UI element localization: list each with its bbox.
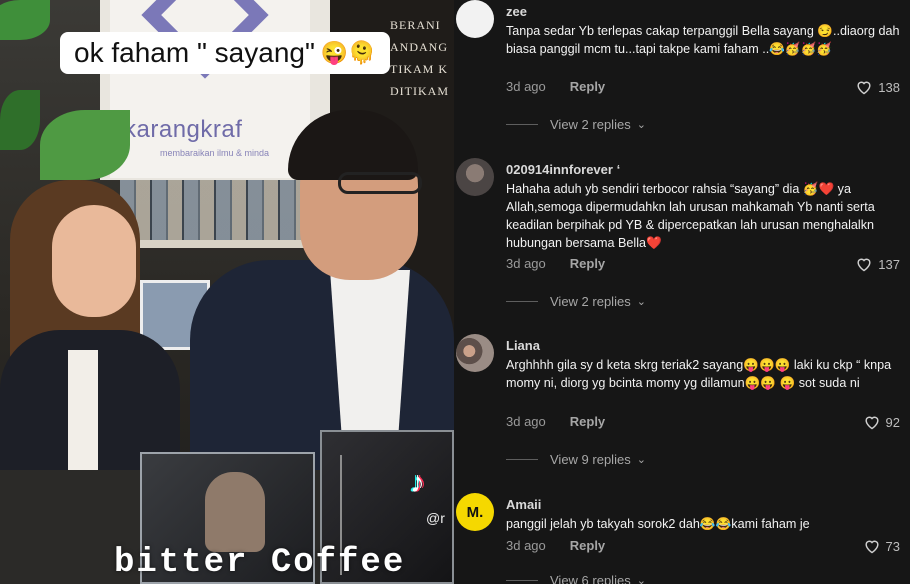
divider-line (506, 580, 538, 581)
poster-line: DITIKAM (390, 84, 449, 98)
comment-text: panggil jelah yb takyah sorok2 dah😂😂kami… (506, 517, 810, 531)
video-overlay-text: bitter Coffee (114, 544, 406, 582)
poster-line: BERANI (390, 18, 441, 32)
reply-button[interactable]: Reply (570, 414, 605, 429)
background-poster-text: BERANI ANDANG TIKAM K DITIKAM (390, 14, 449, 102)
comment-username[interactable]: Liana (506, 338, 540, 353)
comment-time: 3d ago (506, 256, 546, 271)
heart-icon (864, 416, 879, 430)
watermark-username: @r (426, 510, 445, 526)
plant-leaf (0, 90, 40, 150)
view-replies-button[interactable]: View 2 replies ⌄ (506, 117, 646, 132)
like-button[interactable]: 92 (863, 414, 900, 430)
like-button[interactable]: 137 (855, 256, 900, 272)
heart-icon (857, 81, 871, 95)
book-cover-portrait (205, 472, 265, 552)
view-replies-label: View 2 replies (550, 117, 631, 132)
comment-text: Arghhhh gila sy d keta skrg teriak2 saya… (506, 358, 892, 390)
view-replies-label: View 2 replies (550, 294, 631, 309)
brand-logo-subtitle: membaraikan ilmu & minda (160, 148, 270, 158)
plant-leaf (40, 110, 130, 180)
comment-username[interactable]: 020914innforever ‘ (506, 162, 620, 177)
comment-meta: 3d ago Reply (506, 538, 605, 553)
view-replies-button[interactable]: View 9 replies ⌄ (506, 452, 646, 467)
comment-time: 3d ago (506, 538, 546, 553)
comment-text: Hahaha aduh yb sendiri terbocor rahsia “… (506, 182, 875, 250)
comment-time: 3d ago (506, 414, 546, 429)
man-glasses (338, 172, 422, 194)
poster-line: TIKAM K (390, 62, 448, 76)
view-replies-button[interactable]: View 2 replies ⌄ (506, 294, 646, 309)
comment-username[interactable]: zee (506, 4, 527, 19)
comment-meta: 3d ago Reply (506, 414, 605, 429)
caption-text: ok faham " sayang" (74, 37, 315, 68)
view-replies-label: View 6 replies (550, 573, 631, 584)
comment-time: 3d ago (506, 79, 546, 94)
comment-text: Tanpa sedar Yb terlepas cakap terpanggil… (506, 24, 900, 56)
reply-button[interactable]: Reply (570, 79, 605, 94)
heart-icon (864, 540, 879, 554)
comment-username[interactable]: Amaii (506, 497, 541, 512)
comments-panel[interactable]: zee Tanpa sedar Yb terlepas cakap terpan… (454, 0, 910, 584)
divider-line (506, 459, 538, 460)
like-count: 73 (885, 538, 900, 554)
chevron-down-icon: ⌄ (636, 575, 646, 584)
view-replies-button[interactable]: View 6 replies ⌄ (506, 573, 646, 584)
view-replies-label: View 9 replies (550, 452, 631, 467)
avatar[interactable] (456, 334, 494, 372)
chevron-down-icon: ⌄ (636, 296, 646, 308)
chevron-down-icon: ⌄ (636, 119, 646, 131)
divider-line (506, 124, 538, 125)
heart-icon (857, 258, 871, 272)
woman-face (52, 205, 136, 317)
comment-meta: 3d ago Reply (506, 79, 605, 94)
reply-button[interactable]: Reply (570, 538, 605, 553)
avatar[interactable] (456, 158, 494, 196)
divider-line (506, 301, 538, 302)
avatar[interactable] (456, 0, 494, 38)
plant-leaf (0, 0, 50, 40)
comment-meta: 3d ago Reply (506, 256, 605, 271)
like-count: 137 (878, 256, 900, 272)
video-caption: ok faham " sayang" 😜🫠 (60, 32, 390, 74)
like-count: 92 (885, 414, 900, 430)
video-frame[interactable]: karangkraf membaraikan ilmu & minda BERA… (0, 0, 454, 584)
poster-line: ANDANG (390, 40, 448, 54)
reply-button[interactable]: Reply (570, 256, 605, 271)
background-books (120, 180, 330, 240)
like-count: 138 (878, 79, 900, 95)
like-button[interactable]: 138 (855, 79, 900, 95)
man-shirt (330, 270, 410, 440)
like-button[interactable]: 73 (863, 538, 900, 554)
caption-emojis: 😜🫠 (320, 40, 376, 65)
brand-logo-text: karangkraf (124, 116, 243, 143)
avatar[interactable]: M. (456, 493, 494, 531)
chevron-down-icon: ⌄ (636, 454, 646, 466)
tiktok-logo-icon: ♪ (410, 466, 425, 499)
